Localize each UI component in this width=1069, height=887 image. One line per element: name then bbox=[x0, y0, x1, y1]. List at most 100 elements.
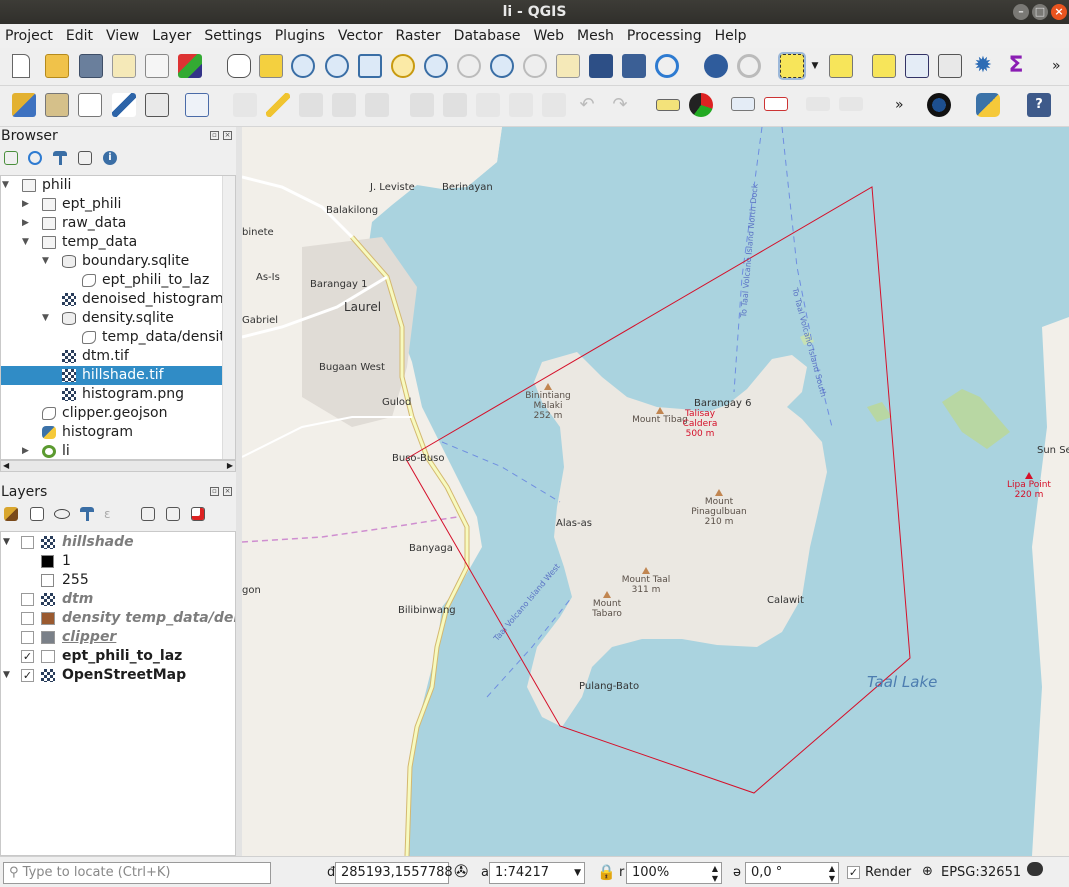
menu-web[interactable]: Web bbox=[533, 28, 564, 44]
menu-view[interactable]: View bbox=[106, 28, 139, 44]
new-geopackage-layer-icon[interactable] bbox=[45, 93, 69, 117]
rotation-field[interactable]: 0,0 ° ▲ ▼ bbox=[745, 862, 839, 884]
show-bookmarks-icon[interactable] bbox=[622, 54, 646, 78]
float-panel-icon[interactable]: ▫ bbox=[210, 487, 219, 496]
browser-item[interactable]: histogram bbox=[1, 423, 235, 442]
field-calculator-icon[interactable] bbox=[938, 54, 962, 78]
menu-database[interactable]: Database bbox=[454, 28, 521, 44]
filter-legend-icon[interactable] bbox=[80, 507, 94, 521]
scroll-left-arrow-icon[interactable]: ◀ bbox=[3, 461, 9, 470]
browser-item[interactable]: dtm.tif bbox=[1, 347, 235, 366]
toolbar-overflow-icon[interactable]: » bbox=[895, 93, 909, 117]
expanded-arrow-icon[interactable]: ▼ bbox=[22, 233, 29, 252]
menu-project[interactable]: Project bbox=[5, 28, 53, 44]
browser-tree[interactable]: ▼ phili ▶ ept_phili ▶ raw_data ▼ temp_data ▼ boun… bbox=[0, 175, 236, 460]
identify-features-icon[interactable] bbox=[704, 54, 728, 78]
layer-visibility-checkbox[interactable]: ✓ bbox=[21, 669, 34, 682]
coordinate-field[interactable]: 285193,1557788 bbox=[335, 862, 453, 884]
filter-browser-icon[interactable] bbox=[53, 151, 67, 165]
pan-to-selection-icon[interactable] bbox=[259, 54, 283, 78]
add-group-icon[interactable] bbox=[30, 507, 44, 521]
open-project-icon[interactable] bbox=[45, 54, 69, 78]
render-checkbox[interactable]: ✓ bbox=[847, 866, 860, 879]
crs-label[interactable]: EPSG:32651 bbox=[941, 865, 1021, 880]
browser-item[interactable]: clipper.geojson bbox=[1, 404, 235, 423]
edit-toggle-icon[interactable] bbox=[185, 93, 209, 117]
locator-search-input[interactable]: ⚲ Type to locate (Ctrl+K) bbox=[3, 862, 271, 884]
toolbar-overflow-icon[interactable]: » bbox=[1052, 54, 1066, 78]
help-contents-icon[interactable]: ? bbox=[1027, 93, 1051, 117]
layer-item[interactable]: clipper bbox=[1, 628, 235, 647]
layer-visibility-checkbox[interactable] bbox=[21, 536, 34, 549]
label-toolbar-icon[interactable] bbox=[656, 99, 680, 111]
zoom-to-layer-icon[interactable] bbox=[424, 54, 448, 78]
new-bookmark-icon[interactable] bbox=[589, 54, 613, 78]
browser-item[interactable]: ▶ li bbox=[1, 442, 235, 459]
browser-item[interactable]: ▼ temp_data bbox=[1, 233, 235, 252]
layer-visibility-checkbox[interactable] bbox=[21, 612, 34, 625]
scale-combobox[interactable]: 1:74217 ▼ bbox=[489, 862, 585, 884]
expanded-arrow-icon[interactable]: ▼ bbox=[42, 252, 49, 271]
menu-plugins[interactable]: Plugins bbox=[275, 28, 325, 44]
python-console-icon[interactable] bbox=[976, 93, 1000, 117]
browser-item[interactable]: hillshade.tif bbox=[1, 366, 235, 385]
menu-settings[interactable]: Settings bbox=[204, 28, 261, 44]
layers-tree[interactable]: ▼ hillshade 1 255 dtm density temp_data/densi… bbox=[0, 531, 236, 856]
select-features-icon[interactable] bbox=[780, 54, 804, 78]
browser-hscrollbar[interactable]: ◀ ▶ bbox=[0, 460, 236, 472]
browser-item[interactable]: ept_phili_to_laz bbox=[1, 271, 235, 290]
layer-visibility-checkbox[interactable] bbox=[21, 631, 34, 644]
digitize-icon[interactable] bbox=[112, 93, 136, 117]
show-hide-labels-icon[interactable] bbox=[764, 97, 788, 111]
enable-properties-icon[interactable]: i bbox=[103, 151, 117, 165]
browser-item[interactable]: ▶ raw_data bbox=[1, 214, 235, 233]
minimize-icon[interactable]: – bbox=[1013, 4, 1029, 20]
legend-item[interactable]: 255 bbox=[1, 571, 235, 590]
menu-mesh[interactable]: Mesh bbox=[577, 28, 614, 44]
refresh-icon[interactable] bbox=[28, 151, 42, 165]
browser-item[interactable]: temp_data/density bbox=[1, 328, 235, 347]
add-selected-layers-icon[interactable] bbox=[4, 151, 18, 165]
new-map-view-icon[interactable] bbox=[556, 54, 580, 78]
magnifier-field[interactable]: 100% ▲ ▼ bbox=[626, 862, 722, 884]
lock-scale-icon[interactable]: 🔒 bbox=[597, 863, 616, 881]
zoom-last-icon[interactable] bbox=[490, 54, 514, 78]
collapsed-arrow-icon[interactable]: ▶ bbox=[22, 442, 29, 459]
maximize-icon[interactable]: □ bbox=[1032, 4, 1048, 20]
statistics-sigma-icon[interactable]: Σ bbox=[1004, 54, 1028, 78]
quickmapservices-icon[interactable] bbox=[927, 93, 951, 117]
collapsed-arrow-icon[interactable]: ▶ bbox=[22, 195, 29, 214]
deselect-icon[interactable] bbox=[872, 54, 896, 78]
collapse-all-icon[interactable] bbox=[78, 151, 92, 165]
processing-toolbox-icon[interactable]: ✹ bbox=[971, 54, 995, 78]
attribute-table-icon[interactable] bbox=[905, 54, 929, 78]
expanded-arrow-icon[interactable]: ▼ bbox=[42, 309, 49, 328]
menu-help[interactable]: Help bbox=[715, 28, 747, 44]
new-shapefile-layer-icon[interactable] bbox=[78, 93, 102, 117]
toggle-editing-icon[interactable] bbox=[266, 93, 290, 117]
close-panel-icon[interactable]: × bbox=[223, 131, 232, 140]
layer-item[interactable]: dtm bbox=[1, 590, 235, 609]
browser-item[interactable]: ▶ ept_phili bbox=[1, 195, 235, 214]
scroll-right-arrow-icon[interactable]: ▶ bbox=[227, 461, 233, 470]
legend-item[interactable]: 1 bbox=[1, 552, 235, 571]
style-manager-icon[interactable] bbox=[178, 54, 202, 78]
expanded-arrow-icon[interactable]: ▼ bbox=[2, 176, 9, 195]
close-icon[interactable]: × bbox=[1051, 4, 1067, 20]
layer-item[interactable]: density temp_data/density bbox=[1, 609, 235, 628]
zoom-full-icon[interactable] bbox=[358, 54, 382, 78]
zoom-in-icon[interactable] bbox=[291, 54, 315, 78]
collapsed-arrow-icon[interactable]: ▶ bbox=[22, 214, 29, 233]
map-canvas[interactable]: J. Leviste Berinayan Balakilong binete As-Is… bbox=[242, 127, 1069, 856]
browser-item[interactable]: histogram.png bbox=[1, 385, 235, 404]
messages-icon[interactable] bbox=[1027, 862, 1043, 876]
layer-item[interactable]: ✓ ept_phili_to_laz bbox=[1, 647, 235, 666]
expanded-arrow-icon[interactable]: ▼ bbox=[3, 666, 10, 685]
data-source-manager-icon[interactable] bbox=[12, 93, 36, 117]
save-project-icon[interactable] bbox=[79, 54, 103, 78]
expand-all-icon[interactable] bbox=[141, 507, 155, 521]
style-panel-icon[interactable] bbox=[4, 507, 18, 521]
zoom-to-selection-icon[interactable] bbox=[391, 54, 415, 78]
toggle-extents-icon[interactable]: ✇ bbox=[454, 862, 468, 882]
menu-raster[interactable]: Raster bbox=[396, 28, 441, 44]
